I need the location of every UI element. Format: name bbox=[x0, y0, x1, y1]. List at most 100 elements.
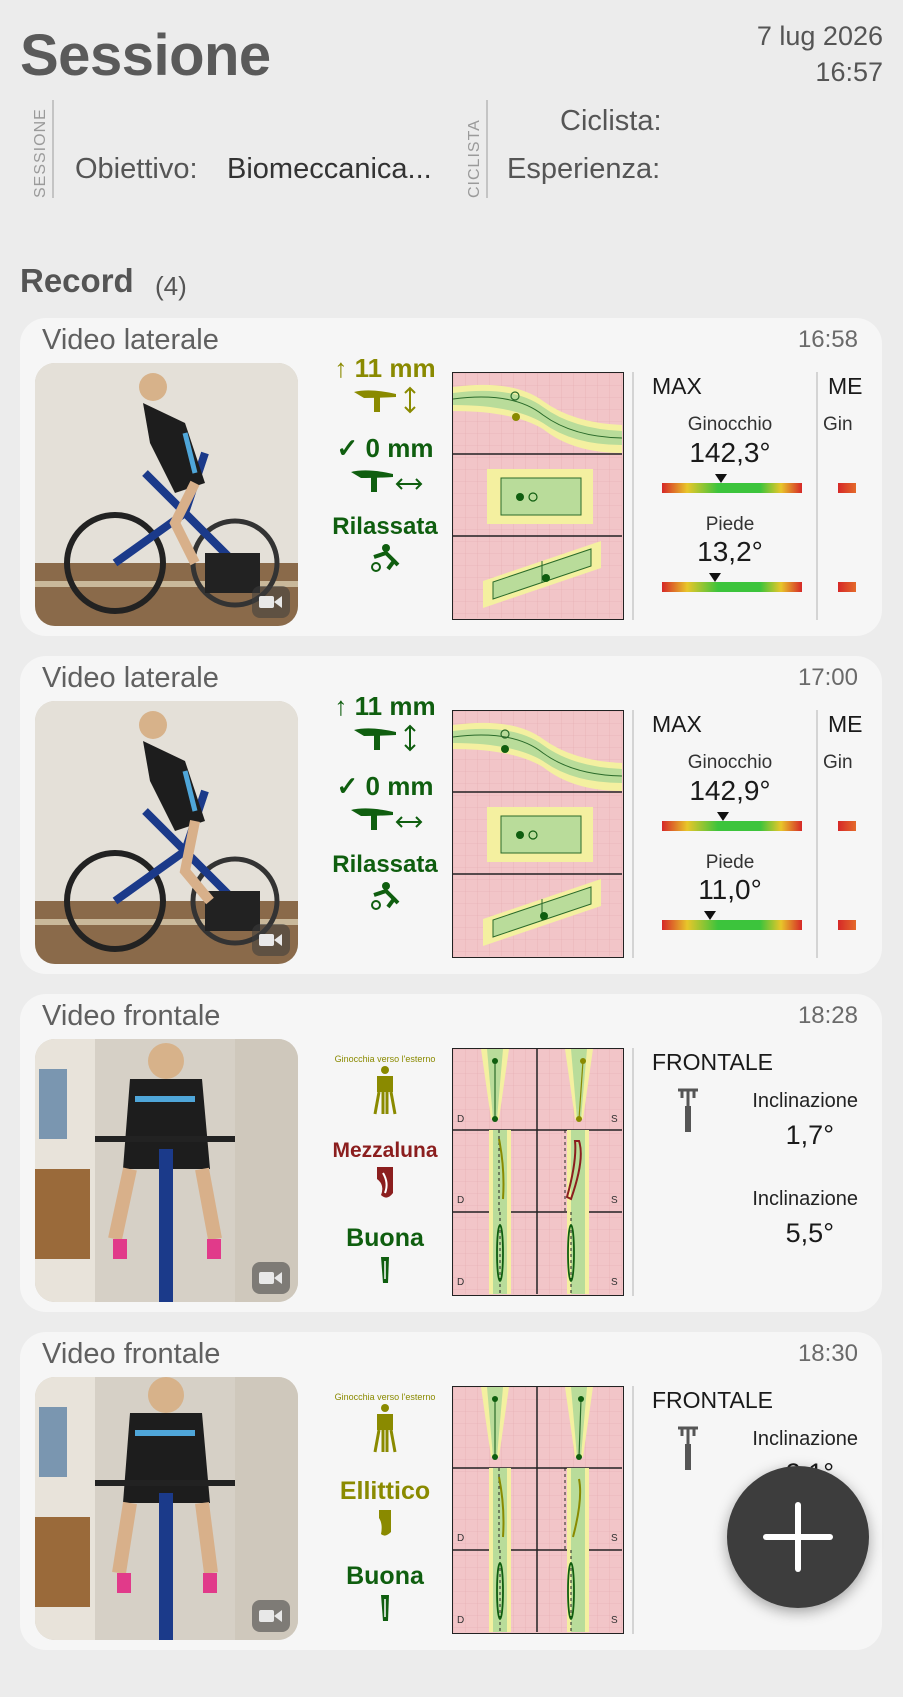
record-card[interactable]: Video laterale 17:00 ↑ 11 mm ✓ 0 mm Rila… bbox=[20, 656, 882, 974]
saddle-height-value: ↑ 11 mm bbox=[334, 353, 436, 383]
video-thumbnail[interactable] bbox=[35, 1377, 298, 1640]
card-title: Video frontale bbox=[42, 1000, 221, 1032]
foot-value: 11,0° bbox=[698, 874, 762, 905]
session-section-label: SESSIONE bbox=[32, 108, 49, 198]
video-camera-icon bbox=[252, 1262, 290, 1294]
saddle-setback-metric: ✓ 0 mm bbox=[310, 433, 460, 494]
max-heading: MAX bbox=[652, 373, 702, 399]
legs-front-icon bbox=[373, 1404, 397, 1453]
video-camera-icon bbox=[252, 924, 290, 956]
posture-metric: Rilassata bbox=[310, 851, 460, 911]
column-divider bbox=[632, 1386, 634, 1634]
quality-metric: Buona bbox=[310, 1562, 460, 1623]
video-thumbnail[interactable] bbox=[35, 363, 298, 626]
front-analysis-chart[interactable]: D S D S bbox=[452, 1386, 624, 1634]
cyclist-posture-icon bbox=[371, 882, 400, 910]
grid-right-label: S bbox=[611, 1533, 618, 1544]
knee-label: Ginocchio bbox=[687, 414, 773, 435]
session-divider bbox=[52, 100, 54, 198]
legs-front-icon bbox=[373, 1066, 397, 1115]
card-title: Video laterale bbox=[42, 662, 219, 694]
saddle-height-metric: ↑ 11 mm bbox=[310, 691, 460, 752]
video-camera-icon bbox=[252, 586, 290, 618]
session-time: 16:57 bbox=[815, 57, 883, 87]
foot-value: 13,2° bbox=[697, 536, 763, 567]
max-heading: MAX bbox=[652, 711, 702, 737]
grid-left-label: D bbox=[457, 1277, 465, 1288]
records-title: Record bbox=[20, 262, 134, 299]
saddle-setback-value: ✓ 0 mm bbox=[336, 433, 434, 463]
inclination-label: Inclinazione bbox=[752, 1188, 858, 1210]
knee-gauge-marker bbox=[717, 812, 729, 821]
mean-heading-partial: ME bbox=[828, 711, 863, 737]
records-count: (4) bbox=[155, 271, 187, 301]
grid-right-label: S bbox=[611, 1615, 618, 1626]
knee-direction-metric: Ginocchia verso l'esterno bbox=[310, 1054, 460, 1116]
session-date: 7 lug 2026 bbox=[756, 21, 883, 51]
cyclist-divider bbox=[486, 100, 488, 198]
path-shape-metric: Mezzaluna bbox=[310, 1139, 460, 1201]
shin-icon bbox=[381, 1595, 389, 1621]
column-divider bbox=[632, 1048, 634, 1296]
foot-gauge bbox=[662, 911, 802, 930]
knee-label-partial: Gin bbox=[823, 752, 853, 773]
knee-gauge bbox=[662, 812, 802, 831]
posture-value: Rilassata bbox=[332, 513, 438, 540]
grid-right-label: S bbox=[611, 1114, 618, 1125]
grid-left-label: D bbox=[457, 1533, 465, 1544]
column-divider bbox=[632, 372, 634, 620]
saddle-setback-icon bbox=[351, 470, 423, 492]
side-analysis-chart[interactable] bbox=[452, 372, 624, 620]
saddle-height-metric: ↑ 11 mm bbox=[310, 353, 460, 414]
inclination-value: 1,7° bbox=[785, 1120, 834, 1150]
knee-value: 142,3° bbox=[689, 437, 771, 468]
grid-left-label: D bbox=[457, 1615, 465, 1626]
bike-front-icon bbox=[678, 1426, 698, 1470]
frontal-heading: FRONTALE bbox=[652, 1387, 773, 1413]
card-title: Video frontale bbox=[42, 1338, 221, 1370]
video-camera-icon bbox=[252, 1600, 290, 1632]
knee-direction-value: Ginocchia verso l'esterno bbox=[334, 1392, 436, 1402]
knee-gauge-partial bbox=[838, 483, 856, 493]
video-thumbnail[interactable] bbox=[35, 701, 298, 964]
grid-right-label: S bbox=[611, 1277, 618, 1288]
knee-value: 142,9° bbox=[689, 775, 771, 806]
column-divider bbox=[816, 372, 818, 620]
grid-left-label: D bbox=[457, 1195, 465, 1206]
inclination-label: Inclinazione bbox=[752, 1090, 858, 1112]
foot-label: Piede bbox=[705, 514, 755, 535]
cyclist-section-label: CICLISTA bbox=[466, 119, 483, 198]
session-datetime: 7 lug 2026 16:57 bbox=[757, 18, 883, 90]
add-record-button[interactable] bbox=[727, 1466, 869, 1608]
path-shape-metric: Ellittico bbox=[310, 1477, 460, 1538]
knee-label-partial: Gin bbox=[823, 414, 853, 435]
saddle-setback-value: ✓ 0 mm bbox=[336, 771, 434, 801]
goal-value[interactable]: Biomeccanica... bbox=[227, 153, 432, 186]
page-title: Sessione bbox=[20, 23, 271, 88]
grid-left-label: D bbox=[457, 1114, 465, 1125]
side-analysis-chart[interactable] bbox=[452, 710, 624, 958]
path-shape-value: Ellittico bbox=[339, 1477, 431, 1505]
experience-label[interactable]: Esperienza: bbox=[507, 153, 660, 186]
inclination-value: 5,5° bbox=[785, 1218, 834, 1248]
quality-metric: Buona bbox=[310, 1224, 460, 1285]
ellipse-path-icon bbox=[379, 1510, 391, 1536]
record-card[interactable]: Video laterale 16:58 ↑ 11 mm ✓ 0 mm Rila… bbox=[20, 318, 882, 636]
knee-gauge bbox=[662, 474, 802, 493]
knee-direction-metric: Ginocchia verso l'esterno bbox=[310, 1392, 460, 1454]
column-divider bbox=[816, 710, 818, 958]
quality-value: Buona bbox=[346, 1224, 424, 1252]
posture-metric: Rilassata bbox=[310, 513, 460, 573]
cyclist-label[interactable]: Ciclista: bbox=[560, 105, 662, 138]
bike-front-icon bbox=[678, 1088, 698, 1132]
knee-gauge-partial bbox=[838, 821, 856, 831]
record-card[interactable]: Video frontale 18:28 Ginocchia verso l'e… bbox=[20, 994, 882, 1312]
grid-right-label: S bbox=[611, 1195, 618, 1206]
foot-gauge-marker bbox=[709, 573, 721, 582]
goal-label: Obiettivo: bbox=[75, 153, 198, 185]
card-time: 16:58 bbox=[797, 326, 858, 353]
video-thumbnail[interactable] bbox=[35, 1039, 298, 1302]
foot-gauge bbox=[662, 573, 802, 592]
front-analysis-chart[interactable]: D S D S D S bbox=[452, 1048, 624, 1296]
card-time: 18:28 bbox=[797, 1002, 858, 1029]
